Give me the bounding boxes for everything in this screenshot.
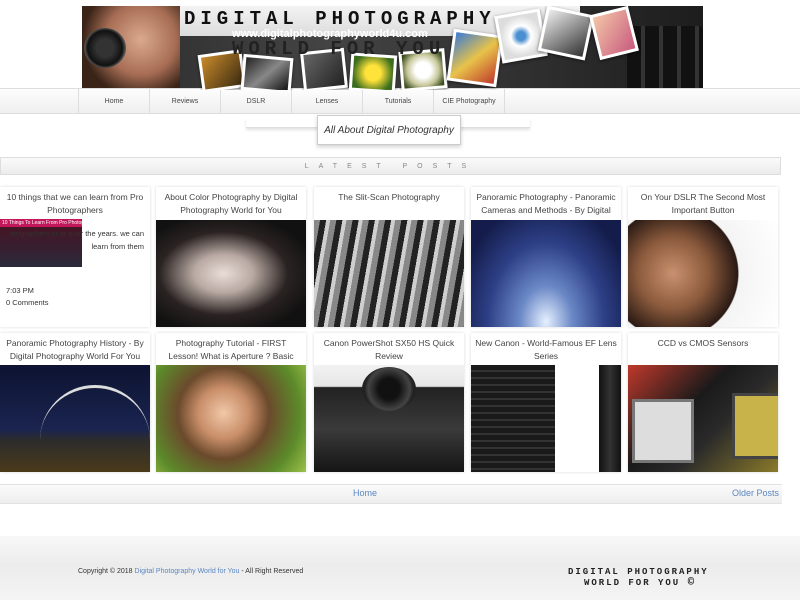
post-card-2[interactable]: About Color Photography by Digital Photo…: [156, 187, 306, 327]
copyright-icon: ©: [687, 577, 697, 589]
post-title[interactable]: About Color Photography by Digital Photo…: [160, 191, 302, 217]
post-time: 7:03 PM: [6, 286, 34, 295]
copyright-text: Copyright © 2018 Digital Photography Wor…: [78, 568, 303, 575]
footer-logo: DIGITAL PHOTOGRAPHY WORLD FOR YOU ©: [568, 567, 709, 589]
lens-barrel-large: [471, 365, 555, 472]
camera-icon: [84, 28, 126, 68]
lens-icon: [362, 367, 416, 411]
nav-item-lenses[interactable]: Lenses: [291, 89, 362, 113]
sensor-chip-shape: [632, 399, 694, 463]
post-card-1[interactable]: 10 things that we can learn from Pro Pho…: [0, 187, 150, 327]
older-posts-link[interactable]: Older Posts: [732, 488, 779, 498]
banner-photo-collage: [446, 28, 504, 88]
post-thumbnail[interactable]: [628, 220, 778, 327]
post-thumbnail[interactable]: [156, 365, 306, 472]
post-title[interactable]: New Canon - World-Famous EF Lens Series: [475, 337, 617, 363]
copyright-prefix: Copyright © 2018: [78, 568, 133, 575]
footer-logo-line2-row: WORLD FOR YOU ©: [568, 578, 709, 589]
nav-item-tutorials[interactable]: Tutorials: [362, 89, 433, 113]
site-tagline: All About Digital Photography: [317, 115, 461, 145]
site-title-line2: WORLD FOR YOU: [232, 38, 446, 60]
latest-posts-heading: LATEST POSTS: [0, 157, 781, 175]
nav-item-cie-photography[interactable]: CIE Photography: [433, 89, 505, 113]
post-excerpt: otographers in or over the years. we can…: [9, 229, 144, 251]
post-thumbnail[interactable]: [471, 220, 621, 327]
post-card-9[interactable]: New Canon - World-Famous EF Lens Series: [471, 333, 621, 472]
post-card-8[interactable]: Canon PowerShot SX50 HS Quick Review: [314, 333, 464, 472]
pagination-bar: Home Older Posts: [0, 484, 782, 504]
nav-item-home[interactable]: Home: [78, 89, 149, 113]
footer-logo-line2: WORLD FOR YOU: [584, 578, 681, 588]
copyright-rights: - All Right Reserved: [241, 568, 304, 575]
site-title-line1: DIGITAL PHOTOGRAPHY: [184, 8, 496, 30]
post-card-7[interactable]: Photography Tutorial - FIRST Lesson! Wha…: [156, 333, 306, 472]
post-thumbnail[interactable]: [0, 365, 150, 472]
post-thumbnail[interactable]: [314, 220, 464, 327]
post-card-3[interactable]: The Slit-Scan Photography: [314, 187, 464, 327]
post-title[interactable]: The Slit-Scan Photography: [318, 191, 460, 204]
home-link[interactable]: Home: [353, 488, 377, 498]
post-thumbnail[interactable]: [628, 365, 778, 472]
post-thumbnail[interactable]: [471, 365, 621, 472]
post-title[interactable]: 10 things that we can learn from Pro Pho…: [4, 191, 146, 217]
post-title[interactable]: CCD vs CMOS Sensors: [632, 337, 774, 350]
post-title[interactable]: Panoramic Photography History - By Digit…: [4, 337, 146, 363]
bridge-arch-shape: [40, 385, 150, 458]
main-navigation: Home Reviews DSLR Lenses Tutorials CIE P…: [0, 88, 800, 114]
footer-site-link[interactable]: Digital Photography World for You: [135, 568, 240, 575]
lens-barrel-small: [599, 365, 621, 472]
post-card-4[interactable]: Panoramic Photography - Panoramic Camera…: [471, 187, 621, 327]
banner-photo-couple: [589, 6, 639, 61]
post-card-6[interactable]: Panoramic Photography History - By Digit…: [0, 333, 150, 472]
post-comments-link[interactable]: 0 Comments: [6, 298, 49, 307]
post-card-5[interactable]: On Your DSLR The Second Most Important B…: [628, 187, 778, 327]
footer: Copyright © 2018 Digital Photography Wor…: [0, 536, 800, 600]
nav-item-dslr[interactable]: DSLR: [220, 89, 291, 113]
sensor-chip-gold-shape: [732, 393, 778, 459]
nav-item-reviews[interactable]: Reviews: [149, 89, 220, 113]
banner-photo-bw-portrait: [537, 6, 595, 61]
thumbnail-caption: 10 Things To Learn From Pro Photographer…: [0, 219, 82, 227]
post-card-10[interactable]: CCD vs CMOS Sensors: [628, 333, 778, 472]
banner-lenses-image: [627, 26, 703, 90]
post-title[interactable]: Canon PowerShot SX50 HS Quick Review: [318, 337, 460, 363]
header-banner[interactable]: DIGITAL PHOTOGRAPHY www.digitalphotograp…: [82, 6, 703, 90]
post-thumbnail[interactable]: [314, 365, 464, 472]
post-title[interactable]: On Your DSLR The Second Most Important B…: [632, 191, 774, 217]
post-thumbnail[interactable]: [156, 220, 306, 327]
